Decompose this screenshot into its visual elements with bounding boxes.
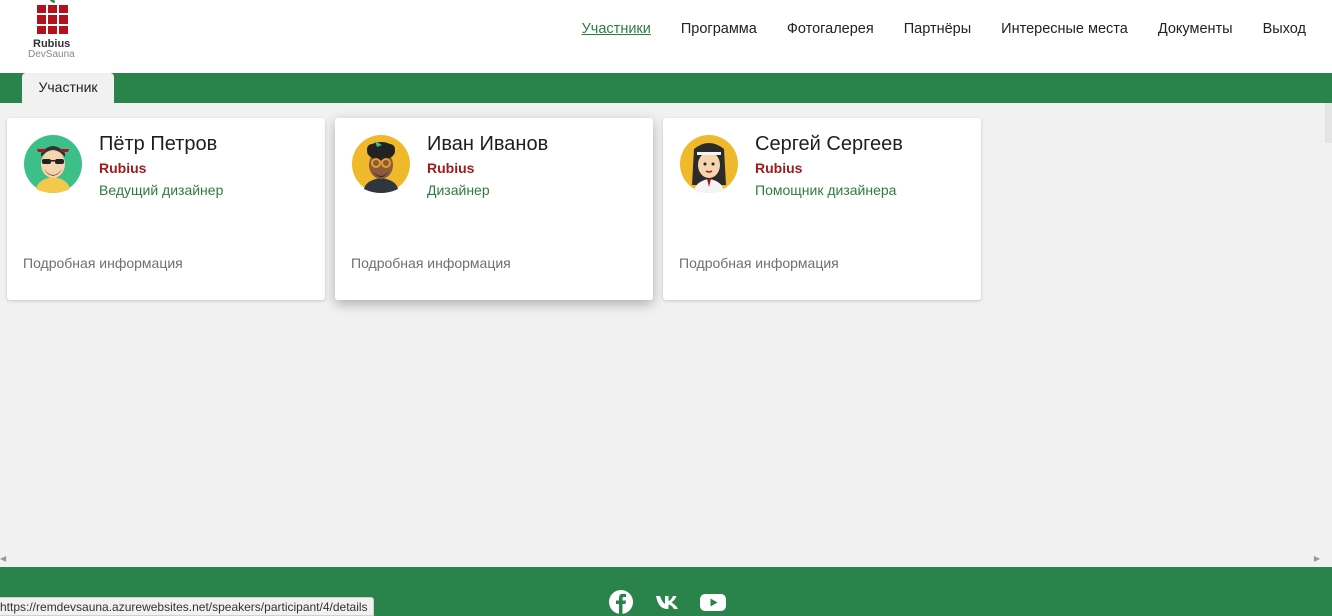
logo-leaf-icon xyxy=(49,0,55,3)
details-link[interactable]: Подробная информация xyxy=(679,255,839,271)
avatar-long-hair-headband-icon xyxy=(680,135,738,193)
participant-card[interactable]: Сергей Сергеев Rubius Помощник дизайнера… xyxy=(663,118,981,300)
vertical-scrollbar-thumb[interactable] xyxy=(1325,103,1332,143)
participant-company: Rubius xyxy=(427,160,475,176)
participant-name: Иван Иванов xyxy=(427,133,549,155)
participant-name: Сергей Сергеев xyxy=(755,133,903,155)
participant-company: Rubius xyxy=(99,160,147,176)
scroll-left-arrow-icon[interactable]: ◀ xyxy=(0,554,6,563)
vk-icon[interactable] xyxy=(654,589,680,615)
participant-cards: Пётр Петров Rubius Ведущий дизайнер Подр… xyxy=(7,118,981,300)
nav-gallery[interactable]: Фотогалерея xyxy=(787,21,874,37)
details-link[interactable]: Подробная информация xyxy=(351,255,511,271)
logo-grid-icon xyxy=(37,5,68,34)
details-link[interactable]: Подробная информация xyxy=(23,255,183,271)
avatar-curly-hair-glasses-icon xyxy=(352,135,410,193)
vertical-scrollbar[interactable] xyxy=(1324,103,1332,567)
participant-name: Пётр Петров xyxy=(99,133,218,155)
horizontal-scrollbar[interactable]: ◀ ▶ xyxy=(0,551,1332,567)
nav-documents[interactable]: Документы xyxy=(1158,21,1233,37)
participant-card[interactable]: Пётр Петров Rubius Ведущий дизайнер Подр… xyxy=(7,118,325,300)
status-bar-url: https://remdevsauna.azurewebsites.net/sp… xyxy=(0,597,374,616)
logo[interactable]: Rubius DevSauna xyxy=(26,0,80,62)
facebook-icon[interactable] xyxy=(608,589,634,615)
nav-places[interactable]: Интересные места xyxy=(1001,21,1128,37)
scroll-right-arrow-icon[interactable]: ▶ xyxy=(1314,554,1320,563)
nav-logout[interactable]: Выход xyxy=(1263,21,1306,37)
tab-participant[interactable]: Участник xyxy=(22,73,114,103)
nav-partners[interactable]: Партнёры xyxy=(904,21,971,37)
header: Rubius DevSauna Участники Программа Фото… xyxy=(0,0,1332,73)
nav-participants[interactable]: Участники xyxy=(582,21,651,37)
tab-bar: Участник xyxy=(0,73,1332,103)
youtube-icon[interactable] xyxy=(700,589,726,615)
social-links xyxy=(608,589,726,615)
main-nav: Участники Программа Фотогалерея Партнёры… xyxy=(582,21,1306,37)
participant-role: Дизайнер xyxy=(427,182,490,198)
logo-sub: DevSauna xyxy=(28,49,75,60)
avatar-bearded-sunglasses-icon xyxy=(24,135,82,193)
participant-company: Rubius xyxy=(755,160,803,176)
nav-program[interactable]: Программа xyxy=(681,21,757,37)
participant-role: Помощник дизайнера xyxy=(755,182,897,198)
participant-role: Ведущий дизайнер xyxy=(99,182,224,198)
participant-card[interactable]: Иван Иванов Rubius Дизайнер Подробная ин… xyxy=(335,118,653,300)
